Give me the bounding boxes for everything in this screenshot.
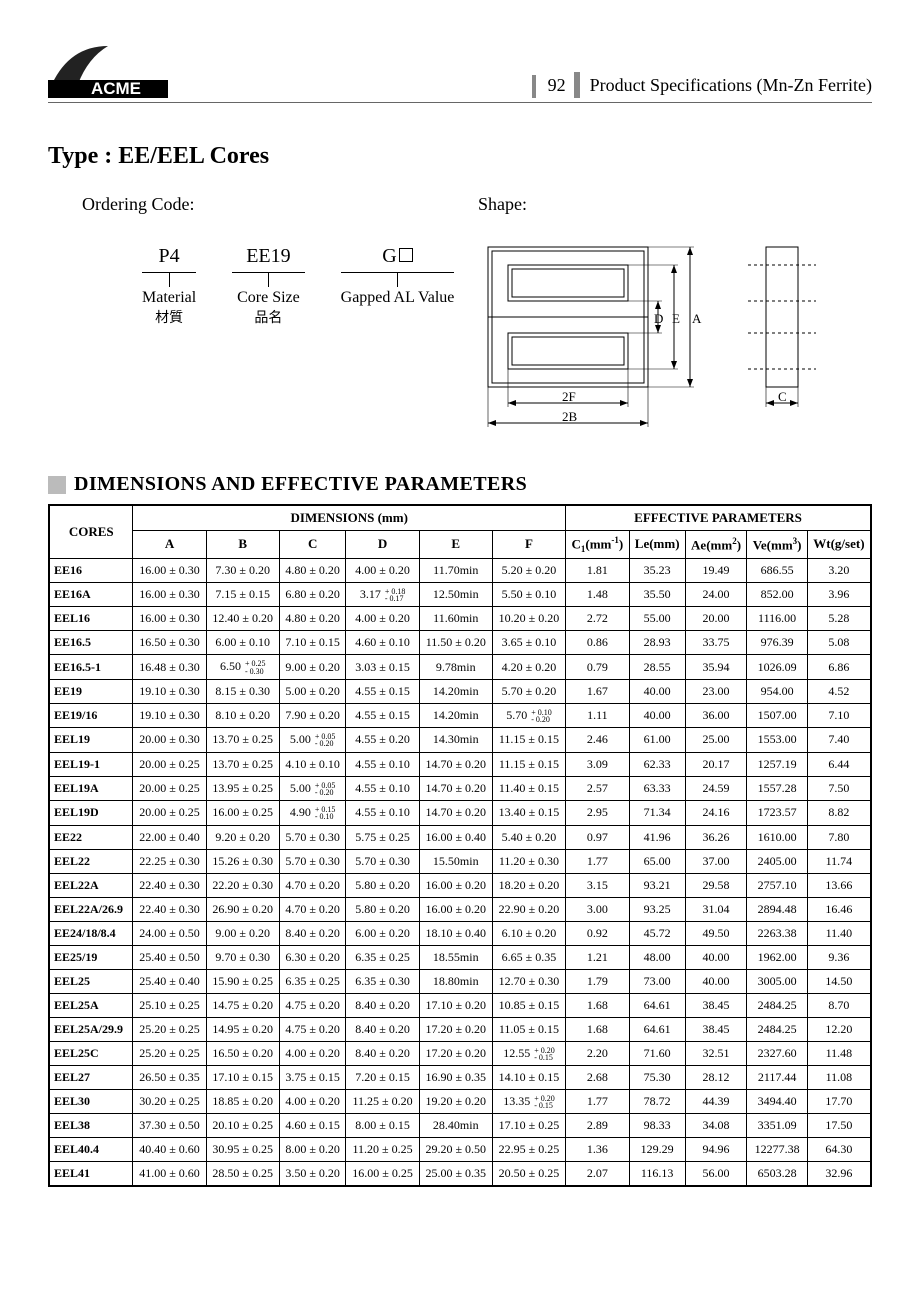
- table-row: EEL22A22.40 ± 0.3022.20 ± 0.304.70 ± 0.2…: [49, 873, 871, 897]
- dim-a: A: [692, 311, 701, 327]
- g-box-icon: [399, 248, 413, 262]
- section-bullet-icon: [48, 476, 66, 494]
- table-row: EE24/18/8.424.00 ± 0.509.00 ± 0.208.40 ±…: [49, 921, 871, 945]
- table-row: EEL19-120.00 ± 0.2513.70 ± 0.254.10 ± 0.…: [49, 752, 871, 776]
- logo-text: ACME: [91, 79, 141, 98]
- group-effective: EFFECTIVE PARAMETERS: [566, 505, 871, 531]
- dim-d: D: [654, 311, 663, 327]
- table-row: EEL19A20.00 ± 0.2513.95 ± 0.255.00 + 0.0…: [49, 776, 871, 800]
- ordering-diagram: P4 Material 材質 EE19 Core Size 品名 G Gappe…: [142, 245, 478, 327]
- section-heading: DIMENSIONS AND EFFECTIVE PARAMETERS: [74, 473, 527, 496]
- table-row: EE16.5-116.48 ± 0.306.50 + 0.25- 0.309.0…: [49, 655, 871, 679]
- table-row: EEL2222.25 ± 0.3015.26 ± 0.305.70 ± 0.30…: [49, 849, 871, 873]
- table-row: EEL3837.30 ± 0.5020.10 ± 0.254.60 ± 0.15…: [49, 1114, 871, 1138]
- table-row: EE1616.00 ± 0.307.30 ± 0.204.80 ± 0.204.…: [49, 558, 871, 582]
- table-row: EEL3030.20 ± 0.2518.85 ± 0.204.00 ± 0.20…: [49, 1089, 871, 1113]
- table-row: EE1919.10 ± 0.308.15 ± 0.305.00 ± 0.204.…: [49, 679, 871, 703]
- header-divider: [574, 72, 580, 98]
- dim-e: E: [672, 311, 680, 327]
- table-row: EE16.516.50 ± 0.306.00 ± 0.107.10 ± 0.15…: [49, 631, 871, 655]
- shape-front-view: D E A 2F 2B: [478, 237, 708, 437]
- table-row: EEL4141.00 ± 0.6028.50 ± 0.253.50 ± 0.20…: [49, 1162, 871, 1187]
- shape-side-view: C: [748, 237, 828, 437]
- table-row: EE16A16.00 ± 0.307.15 ± 0.156.80 ± 0.203…: [49, 582, 871, 606]
- dim-2f: 2F: [562, 389, 576, 405]
- table-row: EEL40.440.40 ± 0.6030.95 ± 0.258.00 ± 0.…: [49, 1138, 871, 1162]
- dim-c: C: [778, 389, 787, 405]
- dimensions-table: CORES DIMENSIONS (mm) EFFECTIVE PARAMETE…: [48, 504, 872, 1187]
- table-row: EEL25A25.10 ± 0.2514.75 ± 0.204.75 ± 0.2…: [49, 993, 871, 1017]
- table-row: EE2222.00 ± 0.409.20 ± 0.205.70 ± 0.305.…: [49, 825, 871, 849]
- page-number: 92: [532, 75, 568, 98]
- logo: ACME: [48, 40, 168, 98]
- table-row: EEL1920.00 ± 0.3013.70 ± 0.255.00 + 0.05…: [49, 728, 871, 752]
- table-row: EE19/1619.10 ± 0.308.10 ± 0.207.90 ± 0.2…: [49, 703, 871, 727]
- table-row: EEL25A/29.925.20 ± 0.2514.95 ± 0.204.75 …: [49, 1017, 871, 1041]
- ordering-col-gapped: G Gapped AL Value: [341, 245, 455, 327]
- ordering-col-material: P4 Material 材質: [142, 245, 196, 327]
- table-row: EEL19D20.00 ± 0.2516.00 ± 0.254.90 + 0.1…: [49, 801, 871, 825]
- group-dimensions: DIMENSIONS (mm): [133, 505, 566, 531]
- page-header: ACME 92 Product Specifications (Mn-Zn Fe…: [48, 40, 872, 103]
- table-row: EEL2525.40 ± 0.4015.90 ± 0.256.35 ± 0.25…: [49, 969, 871, 993]
- table-row: EEL1616.00 ± 0.3012.40 ± 0.204.80 ± 0.20…: [49, 607, 871, 631]
- ordering-col-coresize: EE19 Core Size 品名: [232, 245, 304, 327]
- ordering-heading: Ordering Code:: [82, 194, 478, 215]
- table-row: EEL25C25.20 ± 0.2516.50 ± 0.204.00 ± 0.2…: [49, 1041, 871, 1065]
- shape-heading: Shape:: [478, 194, 872, 215]
- page-title: Type : EE/EEL Cores: [48, 143, 872, 170]
- table-row: EEL22A/26.922.40 ± 0.3026.90 ± 0.204.70 …: [49, 897, 871, 921]
- dim-2b: 2B: [562, 409, 577, 425]
- col-cores: CORES: [49, 505, 133, 558]
- table-row: EEL2726.50 ± 0.3517.10 ± 0.153.75 ± 0.15…: [49, 1065, 871, 1089]
- header-title: Product Specifications (Mn-Zn Ferrite): [590, 75, 872, 98]
- table-row: EE25/1925.40 ± 0.509.70 ± 0.306.30 ± 0.2…: [49, 945, 871, 969]
